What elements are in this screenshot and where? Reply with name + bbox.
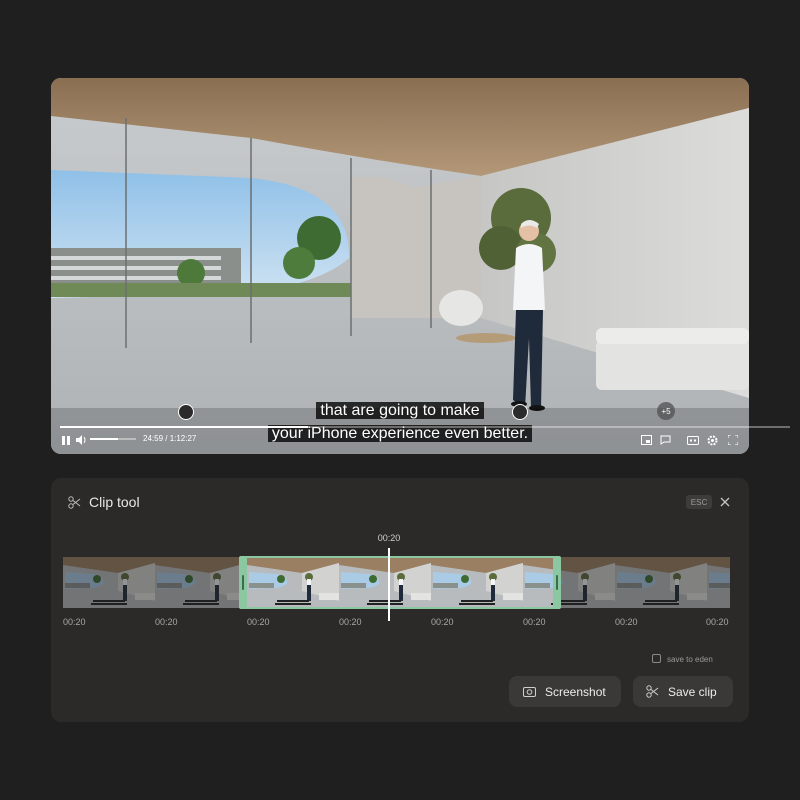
time-display: 24:59 / 1:12:27	[143, 434, 197, 443]
clip-start-handle[interactable]	[239, 556, 247, 609]
timeline-tick-label: 00:20	[247, 617, 270, 627]
unselected-region-left	[63, 557, 239, 608]
scissors-icon	[67, 495, 81, 509]
camera-icon	[523, 687, 536, 697]
scissors-icon	[646, 685, 659, 698]
timeline-tick-label: 00:20	[339, 617, 362, 627]
screenshot-button[interactable]: Screenshot	[509, 676, 621, 707]
playhead-time: 00:20	[377, 533, 401, 543]
video-player[interactable]: +5	[51, 78, 749, 454]
clip-selection-range[interactable]	[239, 556, 561, 609]
settings-icon[interactable]	[706, 434, 718, 446]
save-clip-button-label: Save clip	[668, 684, 717, 699]
subtitle-line-1: that are going to make	[0, 400, 800, 422]
fullscreen-icon[interactable]	[727, 434, 739, 446]
timeline-tick-label: 00:20	[523, 617, 546, 627]
pause-icon[interactable]	[60, 434, 72, 446]
timeline-tick-label: 00:20	[63, 617, 86, 627]
timeline-tick-label: 00:20	[706, 617, 729, 627]
video-progress-fill	[60, 426, 309, 428]
save-clip-button[interactable]: Save clip	[633, 676, 733, 707]
playhead[interactable]	[388, 548, 390, 621]
clip-tool-title: Clip tool	[89, 494, 140, 510]
video-progress-bar[interactable]	[60, 426, 790, 428]
esc-key-hint: ESC	[686, 495, 712, 509]
timeline-tick-label: 00:20	[431, 617, 454, 627]
unselected-region-right	[561, 557, 730, 608]
timeline-tick-label: 00:20	[155, 617, 178, 627]
screenshot-button-label: Screenshot	[545, 684, 606, 699]
video-frame	[51, 78, 749, 454]
close-icon[interactable]	[719, 496, 731, 508]
volume-fill	[90, 438, 118, 440]
pip-icon[interactable]	[640, 434, 652, 446]
clip-end-handle[interactable]	[553, 556, 561, 609]
captions-icon[interactable]	[687, 434, 699, 446]
save-to-eden-label: save to eden	[667, 655, 713, 664]
save-to-eden-checkbox[interactable]	[652, 654, 661, 663]
volume-icon[interactable]	[75, 434, 87, 446]
timeline-tick-label: 00:20	[615, 617, 638, 627]
comment-icon[interactable]	[659, 434, 671, 446]
volume-slider[interactable]	[90, 438, 136, 440]
